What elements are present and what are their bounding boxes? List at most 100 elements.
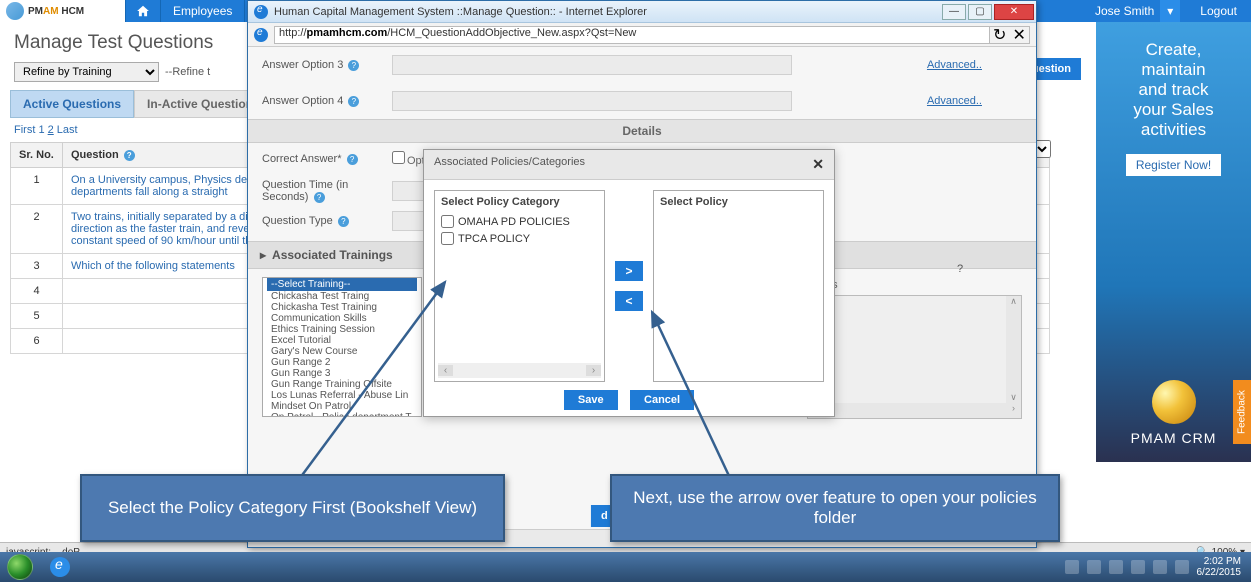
ie-titlebar[interactable]: Human Capital Management System ::Manage… [248,1,1036,23]
tab-active-questions[interactable]: Active Questions [10,90,134,118]
policy-category-header: Select Policy Category [435,191,604,213]
windows-taskbar: 2:02 PM 6/22/2015 [0,552,1251,582]
logout-link[interactable]: Logout [1200,4,1251,18]
promo-panel: Create, maintain and track your Sales ac… [1096,22,1251,462]
taskbar-clock[interactable]: 2:02 PM 6/22/2015 [1197,556,1248,578]
brand-logo-text: PMAM HCM [28,6,84,17]
scrollbar-horizontal[interactable]: ‹› [438,363,601,378]
cancel-button[interactable]: Cancel [630,390,694,410]
policy-category-list: Select Policy Category OMAHA PD POLICIES… [434,190,605,382]
tray-icon[interactable] [1175,560,1189,574]
crm-logo-icon [1152,380,1196,424]
ie-addr-icon [254,28,268,42]
cell-sr: 1 [11,168,63,205]
training-listbox[interactable]: --Select Training--Chickasha Test Traing… [262,277,422,417]
training-list-item[interactable]: On Patrol - Police department T [267,412,417,417]
crm-logo: PMAM CRM [1096,380,1251,446]
cell-sr: 6 [11,329,63,354]
help-icon[interactable]: ? [348,96,359,107]
promo-line: your Sales [1106,100,1241,120]
policy-list: Select Policy [653,190,824,382]
refine-text: --Refine t [165,66,210,78]
training-list-item[interactable]: Gary's New Course [267,346,417,357]
help-icon[interactable]: ? [314,192,325,203]
system-tray: 2:02 PM 6/22/2015 [1065,556,1251,578]
promo-line: maintain [1106,60,1241,80]
ie-window-title: Human Capital Management System ::Manage… [274,6,647,18]
help-icon[interactable]: ? [957,263,963,275]
window-close-button[interactable]: ✕ [994,4,1034,20]
training-list-item[interactable]: Excel Tutorial [267,335,417,346]
details-header: Details [248,119,1036,143]
assoc-policies-label: olicies [807,279,1022,291]
addr-controls[interactable]: ↻✕ [990,26,1030,44]
cell-sr: 5 [11,304,63,329]
tray-icon[interactable] [1153,560,1167,574]
cell-sr: 2 [11,205,63,254]
refine-training-select[interactable]: Refine by Training [14,62,159,82]
advanced-link[interactable]: Advanced.. [927,95,982,107]
user-dropdown-toggle[interactable]: ▾ [1160,0,1180,22]
answer-option-3-row: Answer Option 3 ? Advanced.. [248,47,1036,83]
training-list-item[interactable]: Los Lunas Referral - Abuse Lin [267,390,417,401]
cell-sr: 4 [11,279,63,304]
training-list-item[interactable]: Chickasha Test Traing [267,291,417,302]
promo-line: activities [1106,120,1241,140]
move-right-button[interactable]: > [615,261,643,281]
taskbar-ie-icon[interactable] [40,552,80,582]
category-tpca[interactable]: TPCA POLICY [435,230,604,247]
user-name: Jose Smith [1095,4,1160,18]
training-list-item[interactable]: Gun Range 2 [267,357,417,368]
category-omaha-pd[interactable]: OMAHA PD POLICIES [435,213,604,230]
modal-header: Associated Policies/Categories ✕ [424,150,834,180]
assoc-policies-listbox[interactable]: ∧∨ ‹› [807,295,1022,419]
help-icon[interactable]: ? [338,216,349,227]
brand-logo[interactable]: PMAM HCM [0,0,125,22]
start-button[interactable] [0,552,40,582]
help-icon[interactable]: ? [347,154,358,165]
help-icon[interactable]: ? [348,60,359,71]
advanced-link[interactable]: Advanced.. [927,59,982,71]
ie-popup-window: Human Capital Management System ::Manage… [247,0,1037,548]
answer-option-3-input[interactable] [392,55,792,75]
minimize-button[interactable]: — [942,4,966,20]
save-button[interactable]: Save [564,390,618,410]
feedback-tab[interactable]: Feedback [1233,380,1251,444]
modal-close-button[interactable]: ✕ [812,156,824,173]
register-now-button[interactable]: Register Now! [1126,154,1221,176]
promo-line: and track [1106,80,1241,100]
brand-logo-icon [6,2,24,20]
training-list-item[interactable]: Chickasha Test Training [267,302,417,313]
callout-select-category: Select the Policy Category First (Booksh… [80,474,505,542]
paging-first[interactable]: First 1 [14,124,48,136]
tray-icon[interactable] [1131,560,1145,574]
training-list-item[interactable]: Gun Range 3 [267,368,417,379]
promo-line: Create, [1106,40,1241,60]
training-list-item[interactable]: Mindset On Patrol [267,401,417,412]
help-icon[interactable]: ? [124,150,135,161]
paging-last[interactable]: Last [54,124,78,136]
training-list-item[interactable]: Communication Skills [267,313,417,324]
training-list-item[interactable]: Ethics Training Session [267,324,417,335]
tray-icon[interactable] [1109,560,1123,574]
callout-use-arrow: Next, use the arrow over feature to open… [610,474,1060,542]
policy-header: Select Policy [654,191,823,213]
training-list-item[interactable]: Gun Range Training Offsite [267,379,417,390]
expand-arrow-icon: ▸ [260,248,266,262]
menu-employees[interactable]: Employees [161,0,245,22]
crm-logo-text: PMAM CRM [1096,430,1251,446]
col-sr-no: Sr. No. [11,143,63,168]
associated-policies-block: ? olicies ∧∨ ‹› [807,263,1022,419]
maximize-button[interactable]: ▢ [968,4,992,20]
cell-sr: 3 [11,254,63,279]
answer-option-4-input[interactable] [392,91,792,111]
ie-address-bar: http://pmamhcm.com/HCM_QuestionAddObject… [248,23,1036,47]
url-field[interactable]: http://pmamhcm.com/HCM_QuestionAddObject… [274,26,990,44]
transfer-buttons: > < [615,190,643,382]
tray-icon[interactable] [1087,560,1101,574]
move-left-button[interactable]: < [615,291,643,311]
training-list-item[interactable]: --Select Training-- [267,278,417,291]
home-icon[interactable] [125,0,161,22]
tray-icon[interactable] [1065,560,1079,574]
ie-icon [254,5,268,19]
